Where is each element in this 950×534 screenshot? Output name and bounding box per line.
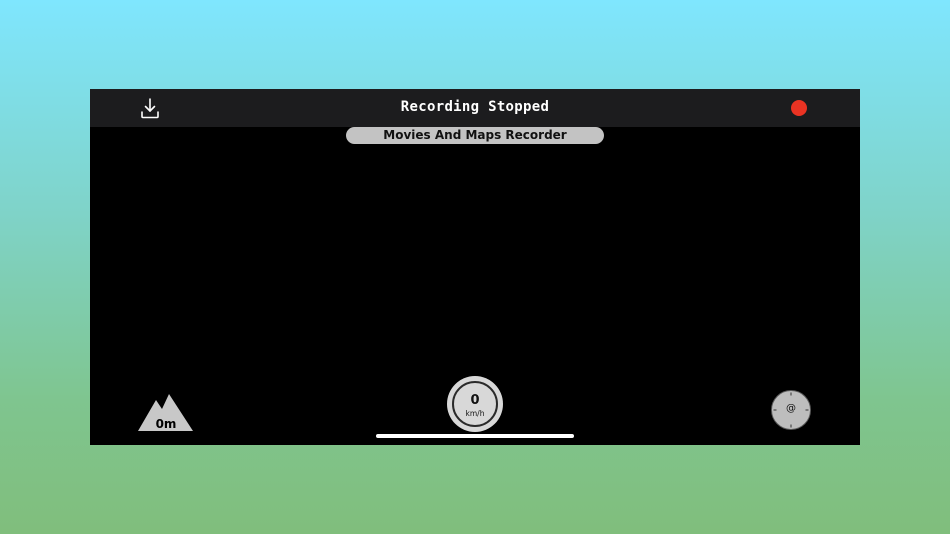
altitude-value: 0m — [155, 417, 177, 431]
speedometer: 0 km/h — [447, 376, 503, 432]
home-indicator[interactable] — [376, 434, 574, 438]
record-button[interactable] — [791, 100, 807, 116]
top-bar: Recording Stopped — [90, 89, 860, 127]
page-title: Recording Stopped — [400, 99, 550, 115]
compass-button[interactable]: @ — [771, 390, 811, 430]
app-name-badge: Movies And Maps Recorder — [346, 127, 604, 144]
compass-label: @ — [786, 403, 796, 414]
app-screen: Recording Stopped Movies And Maps Record… — [90, 89, 860, 445]
altitude-indicator: 0m — [138, 392, 194, 432]
speed-unit: km/h — [465, 409, 485, 418]
speed-value: 0 — [470, 393, 480, 408]
